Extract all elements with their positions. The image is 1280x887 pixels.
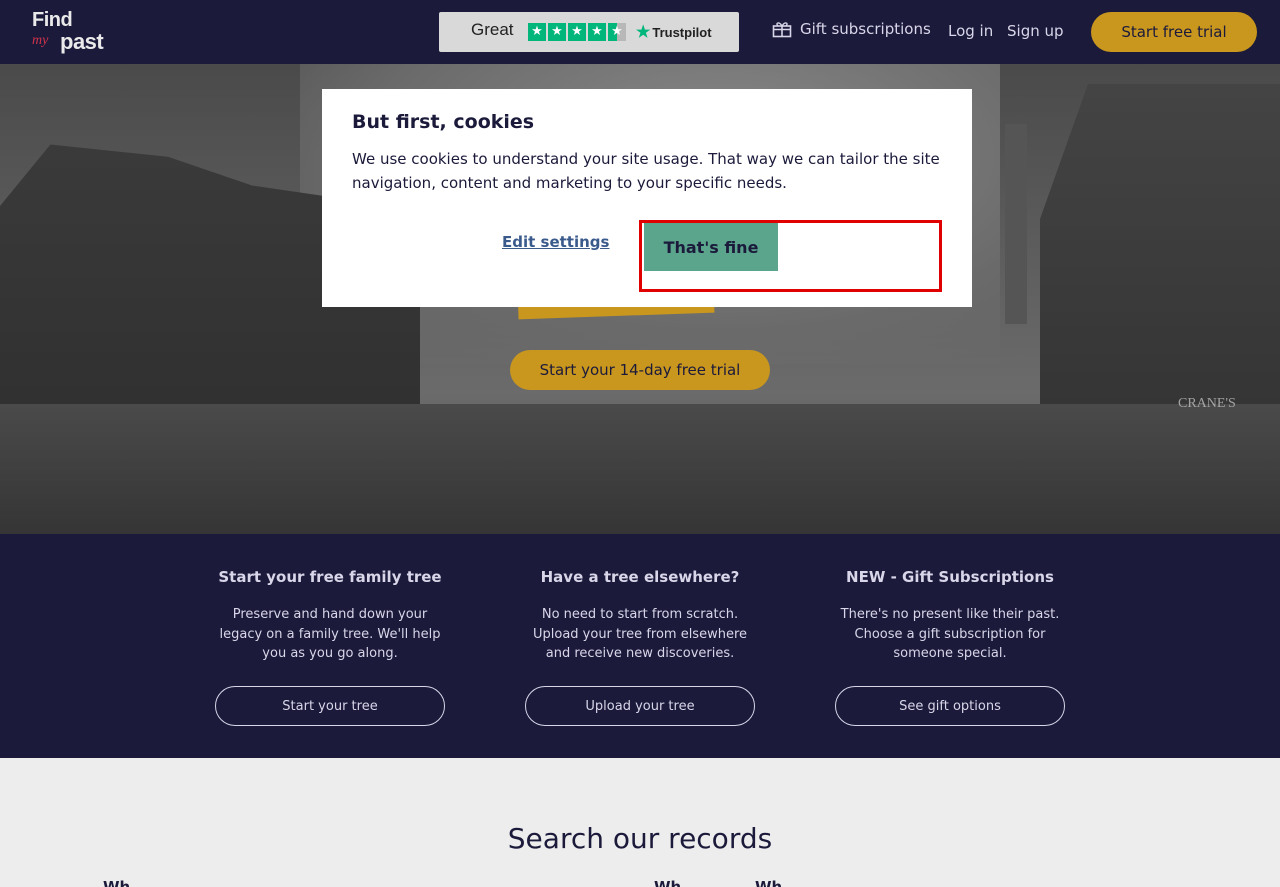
feature-title: Start your free family tree	[218, 568, 442, 586]
trustpilot-widget[interactable]: Great ★ ★ ★ ★ ★ ★ Trustpilot	[439, 12, 739, 52]
cookie-message: We use cookies to understand your site u…	[352, 150, 940, 192]
feature-description: There's no present like their past. Choo…	[840, 607, 1060, 661]
search-field-label: Wh	[755, 878, 783, 887]
cookie-title: But first, cookies	[352, 111, 535, 133]
feature-description: No need to start from scratch. Upload yo…	[532, 607, 748, 661]
star-icon: ★	[528, 23, 546, 41]
edit-settings-link[interactable]: Edit settings	[502, 233, 609, 251]
start-tree-button[interactable]: Start your tree	[215, 686, 445, 726]
findmypast-logo[interactable]: Find my past	[32, 9, 116, 55]
trustpilot-logo: ★ Trustpilot	[636, 22, 712, 42]
see-gift-options-button[interactable]: See gift options	[835, 686, 1065, 726]
login-link[interactable]: Log in	[948, 22, 993, 40]
annotation-highlight-box	[639, 220, 942, 292]
half-star-icon: ★	[608, 23, 626, 41]
search-field-label: Wh	[654, 878, 682, 887]
features-strip: Start your free family tree Preserve and…	[0, 534, 1280, 758]
feature-title: NEW - Gift Subscriptions	[846, 568, 1054, 586]
logo-my: my	[32, 33, 49, 48]
start-free-trial-button[interactable]: Start free trial	[1091, 12, 1257, 52]
hero-street	[0, 404, 1280, 534]
search-field-label: Wh	[103, 878, 131, 887]
trustpilot-stars: ★ ★ ★ ★ ★	[528, 23, 626, 41]
hero-monument	[1005, 124, 1027, 324]
trustpilot-star-icon: ★	[636, 24, 651, 41]
gift-subscriptions-link[interactable]: Gift subscriptions	[772, 20, 931, 38]
hero-free-trial-button[interactable]: Start your 14-day free trial	[510, 350, 770, 390]
star-icon: ★	[588, 23, 606, 41]
site-header: Find my past Great ★ ★ ★ ★ ★ ★ Trustpilo…	[0, 0, 1280, 64]
search-records-heading: Search our records	[507, 822, 773, 855]
gift-subscriptions-label: Gift subscriptions	[800, 20, 931, 38]
hero-shop-sign: CRANE'S	[1178, 396, 1236, 411]
feature-description: Preserve and hand down your legacy on a …	[219, 607, 441, 661]
gift-icon	[772, 22, 792, 38]
upload-tree-button[interactable]: Upload your tree	[525, 686, 755, 726]
feature-title: Have a tree elsewhere?	[540, 568, 740, 586]
trustpilot-rating-text: Great	[471, 20, 514, 39]
star-icon: ★	[548, 23, 566, 41]
star-icon: ★	[568, 23, 586, 41]
trustpilot-brand: Trustpilot	[652, 24, 712, 40]
signup-link[interactable]: Sign up	[1007, 22, 1064, 40]
logo-past: past	[60, 29, 104, 54]
